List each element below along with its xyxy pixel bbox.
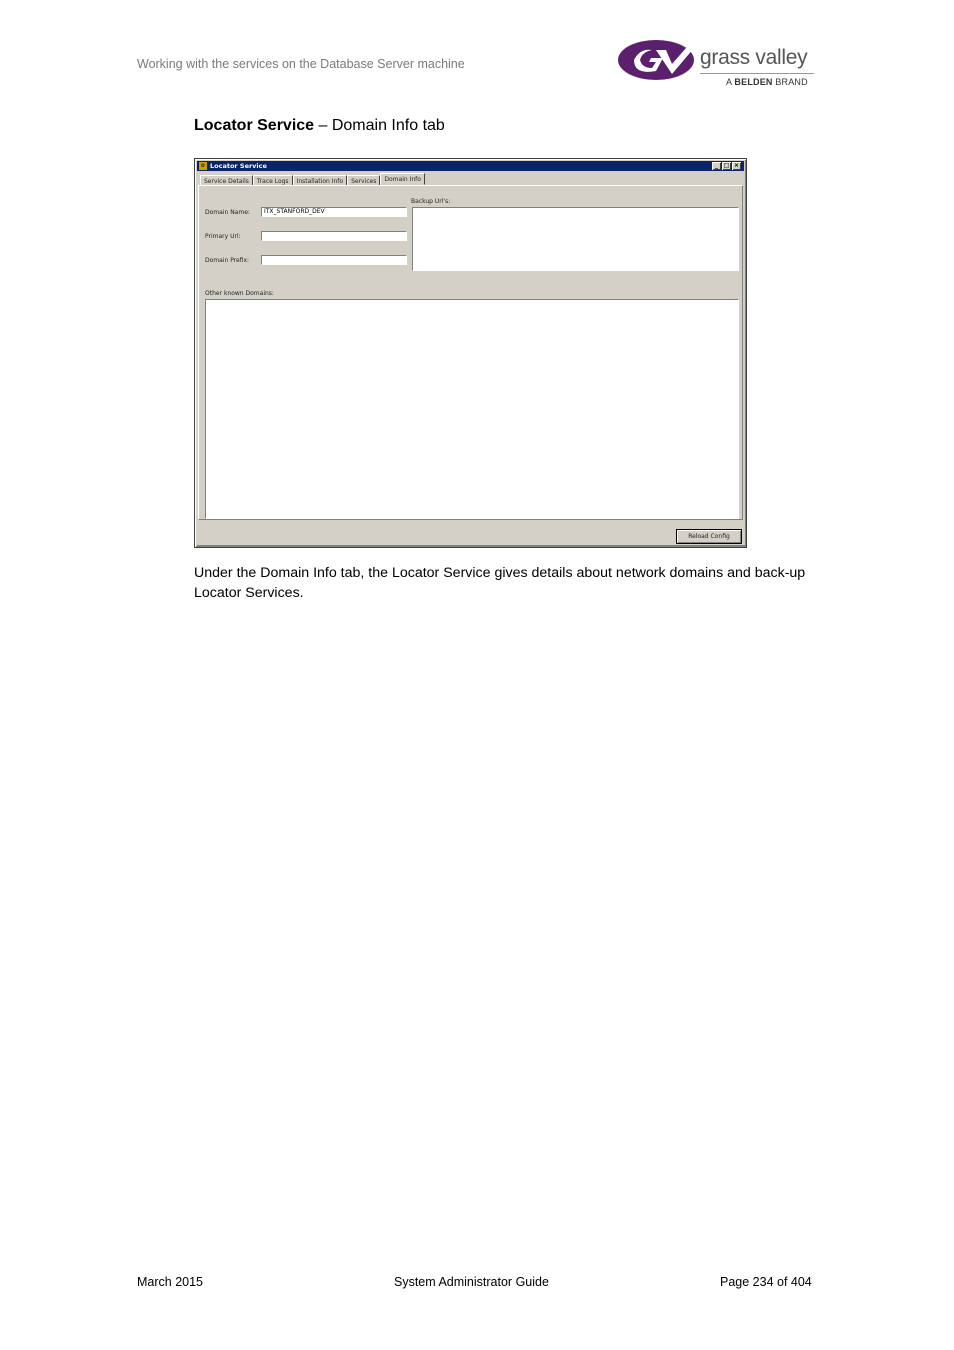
logo-brand-prefix: A xyxy=(726,77,732,87)
logo-wordmark: grass valley xyxy=(700,46,808,69)
locator-service-window: ⚙ Locator Service _ □ × Service Details … xyxy=(194,158,747,548)
status-divider xyxy=(197,545,746,546)
backup-urls-label: Backup Url's: xyxy=(411,198,451,205)
primary-url-field[interactable] xyxy=(261,231,407,241)
caption-rest: – Domain Info tab xyxy=(314,117,445,134)
tab-trace-logs[interactable]: Trace Logs xyxy=(252,175,293,185)
other-domains-list[interactable] xyxy=(205,299,739,519)
figure-caption: Locator Service – Domain Info tab xyxy=(194,117,445,135)
domain-name-label: Domain Name: xyxy=(205,209,250,216)
logo-brand-line: A BELDEN BRAND xyxy=(726,77,808,87)
maximize-button[interactable]: □ xyxy=(722,162,731,170)
logo-brand-bold: BELDEN xyxy=(734,77,773,87)
other-domains-label: Other known Domains: xyxy=(205,290,274,297)
reload-config-button[interactable]: Reload Config xyxy=(676,529,742,544)
domain-info-panel: Domain Name: ITX_STANFORD_DEV Primary Ur… xyxy=(198,185,743,520)
caption-bold: Locator Service xyxy=(194,117,315,134)
body-paragraph: Under the Domain Info tab, the Locator S… xyxy=(194,565,806,601)
logo-rule xyxy=(700,73,814,74)
app-icon: ⚙ xyxy=(199,162,207,170)
tab-services[interactable]: Services xyxy=(347,175,381,185)
footer-page-number: Page 234 of 404 xyxy=(720,1275,812,1289)
domain-name-field[interactable]: ITX_STANFORD_DEV xyxy=(261,207,407,217)
backup-urls-list[interactable] xyxy=(412,207,739,271)
window-titlebar[interactable]: ⚙ Locator Service _ □ × xyxy=(197,161,744,171)
primary-url-label: Primary Url: xyxy=(205,233,241,240)
tab-installation-info[interactable]: Installation Info xyxy=(292,175,348,185)
logo-brand-suffix: BRAND xyxy=(775,77,808,87)
running-header: Working with the services on the Databas… xyxy=(137,57,465,71)
window-title: Locator Service xyxy=(210,162,267,170)
footer-title: System Administrator Guide xyxy=(394,1275,549,1289)
tab-strip: Service Details Trace Logs Installation … xyxy=(200,173,425,185)
tab-domain-info[interactable]: Domain Info xyxy=(380,173,425,185)
tab-service-details[interactable]: Service Details xyxy=(200,175,253,185)
close-button[interactable]: × xyxy=(732,162,741,170)
footer-date: March 2015 xyxy=(137,1275,204,1289)
domain-prefix-label: Domain Prefix: xyxy=(205,257,250,264)
window-controls: _ □ × xyxy=(712,162,741,170)
minimize-button[interactable]: _ xyxy=(712,162,721,170)
domain-prefix-field[interactable] xyxy=(261,255,407,265)
